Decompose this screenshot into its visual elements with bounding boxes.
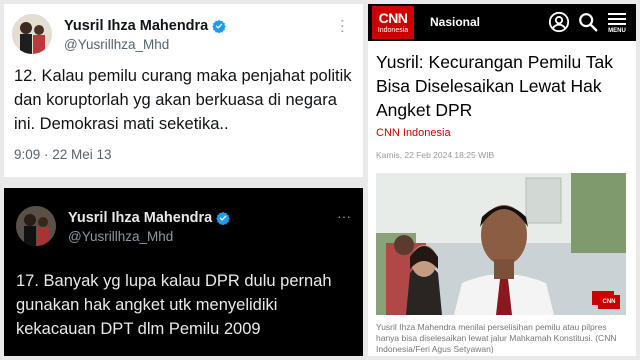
display-name-text[interactable]: Yusril Ihza Mahendra	[64, 18, 208, 34]
tweet-text: 17. Banyak yg lupa kalau DPR dulu pernah…	[16, 272, 332, 338]
handle[interactable]: @Yusrillhza_Mhd	[64, 37, 169, 52]
tweet-card-1[interactable]: Yusril Ihza Mahendra @Yusrillhza_Mhd ···…	[4, 4, 363, 177]
cnn-logo[interactable]: CNN Indonesia	[372, 6, 414, 39]
display-name-text[interactable]: Yusril Ihza Mahendra	[68, 210, 212, 226]
more-icon[interactable]: ···	[337, 208, 351, 224]
article-photo[interactable]: CNN	[376, 173, 626, 315]
more-icon[interactable]: ···	[333, 18, 351, 34]
verified-badge-icon	[216, 211, 231, 225]
user-icon[interactable]	[548, 11, 570, 33]
article-source[interactable]: CNN Indonesia	[376, 127, 451, 139]
article-date: Kamis, 22 Feb 2024 18:25 WIB	[376, 150, 495, 160]
tweet-text: 12. Kalau pemilu curang maka penjahat po…	[14, 67, 352, 133]
tweet-card-2[interactable]: Yusril Ihza Mahendra @Yusrillhza_Mhd ···…	[4, 188, 363, 356]
article-photo-image	[376, 173, 626, 315]
menu-label: MENU	[608, 28, 626, 34]
news-article-panel: CNN Indonesia Nasional MENU Yusril: Kecu…	[368, 4, 636, 356]
photo-caption: Yusril Ihza Mahendra menilai perselisiha…	[376, 322, 617, 354]
hamburger-icon	[604, 13, 630, 25]
display-name[interactable]: Yusril Ihza Mahendra	[64, 18, 227, 34]
display-name[interactable]: Yusril Ihza Mahendra	[68, 210, 231, 226]
avatar[interactable]	[12, 14, 52, 54]
cnn-header-bar: CNN Indonesia Nasional MENU	[368, 4, 636, 41]
logo-subtext: Indonesia	[377, 27, 409, 34]
logo-text: CNN	[378, 10, 408, 26]
verified-badge-icon	[212, 19, 227, 33]
timestamp[interactable]: 9:09 · 22 Mei 13	[14, 147, 112, 162]
section-label[interactable]: Nasional	[430, 15, 480, 29]
menu-button[interactable]: MENU	[604, 10, 630, 35]
photo-watermark: CNN	[598, 295, 620, 309]
search-icon[interactable]	[577, 11, 599, 33]
avatar[interactable]	[16, 206, 56, 246]
article-title: Yusril: Kecurangan Pemilu Tak Bisa Disel…	[376, 52, 614, 120]
handle[interactable]: @Yusrillhza_Mhd	[68, 229, 173, 244]
